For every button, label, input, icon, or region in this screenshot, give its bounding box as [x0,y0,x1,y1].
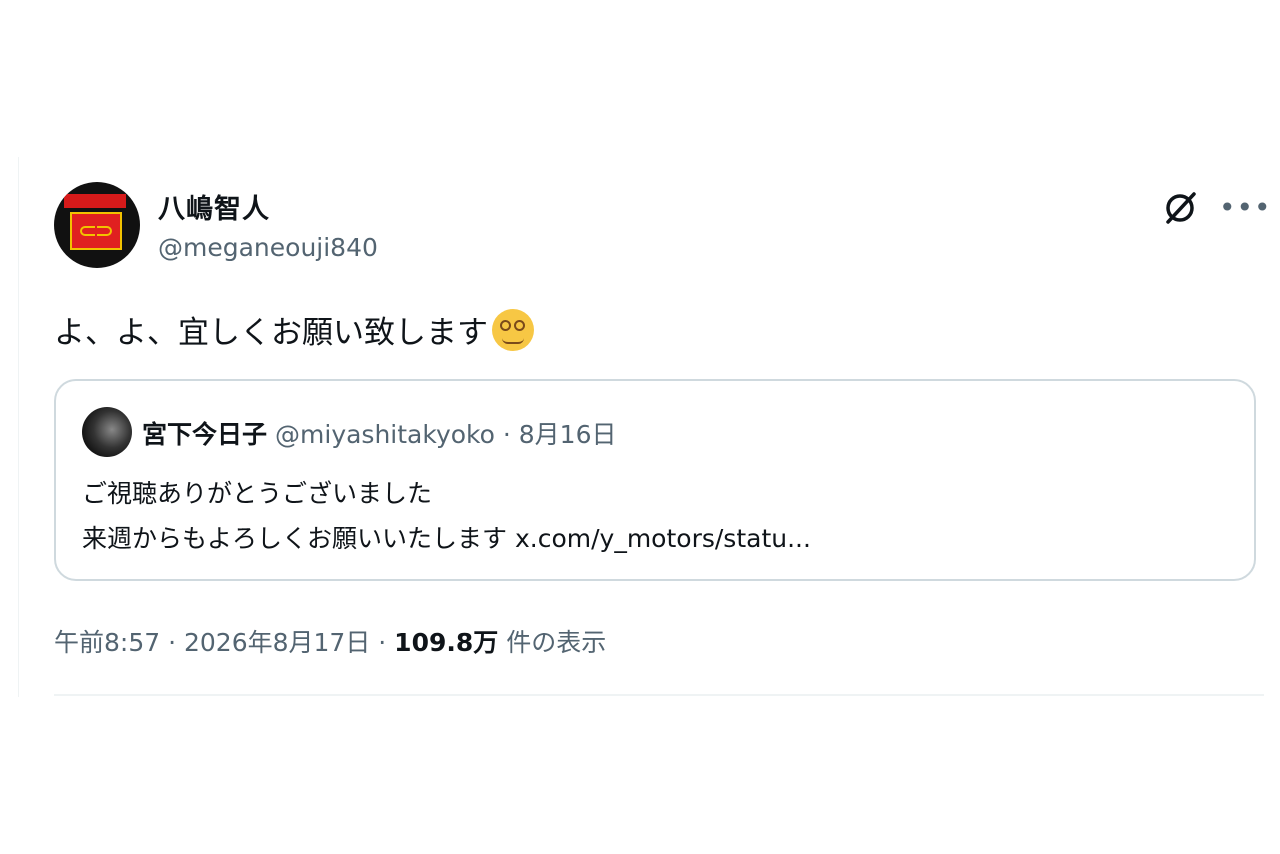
woozy-face-icon [492,308,534,351]
author-name[interactable]: 八嶋智人 [158,187,270,226]
grok-icon[interactable] [1159,187,1201,229]
divider [54,694,1264,696]
avatar-logo-banner [64,194,126,208]
views-count: 109.8万 [394,628,499,657]
quoted-text: ご視聴ありがとうございました 来週からもよろしくお願いいたします x.com/y… [82,471,811,561]
quoted-text-line-1: ご視聴ありがとうございました [82,479,433,508]
quoted-author-name: 宮下今日子 [142,420,268,449]
tweet-footer: 午前8:57 · 2026年8月17日 · 109.8万 件の表示 [54,623,606,659]
quoted-header: 宮下今日子 @miyashitakyoko · 8月16日 [142,415,616,451]
quoted-author-avatar [82,407,132,457]
views-label: 件の表示 [498,628,607,657]
quoted-link[interactable]: x.com/y_motors/statu... [515,524,811,553]
author-avatar[interactable] [54,182,140,268]
quoted-author-meta: @miyashitakyoko · 8月16日 [275,420,617,449]
timestamp[interactable]: 午前8:57 · 2026年8月17日 · [54,628,394,657]
tweet-card: 八嶋智人 @meganeouji840 ••• よ、よ、宜しくお願い致します 宮… [18,157,1271,697]
glasses-icon [80,226,112,236]
quoted-tweet[interactable]: 宮下今日子 @miyashitakyoko · 8月16日 ご視聴ありがとうござい… [54,379,1256,581]
author-handle[interactable]: @meganeouji840 [158,233,378,262]
quoted-text-line-2: 来週からもよろしくお願いいたします x.com/y_motors/statu..… [82,516,811,561]
quoted-text-line-2-body: 来週からもよろしくお願いいたします [82,524,508,553]
more-options-icon[interactable]: ••• [1219,193,1271,223]
tweet-text-container: よ、よ、宜しくお願い致します [54,307,534,352]
tweet-text: よ、よ、宜しくお願い致します [54,315,488,351]
